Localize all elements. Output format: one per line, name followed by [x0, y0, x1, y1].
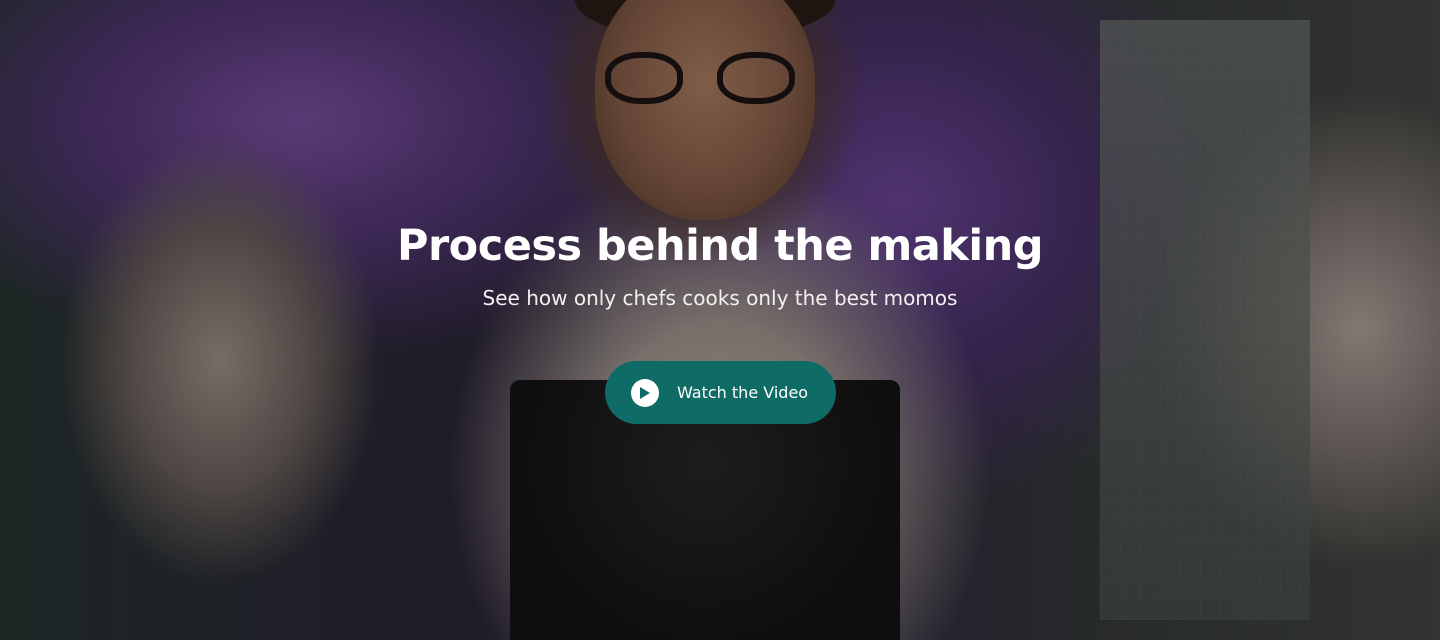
- hero-section: Process behind the making See how only c…: [0, 0, 1440, 640]
- hero-subtitle: See how only chefs cooks only the best m…: [482, 286, 958, 310]
- watch-video-label: Watch the Video: [677, 383, 809, 402]
- play-icon: [631, 378, 659, 407]
- hero-title: Process behind the making: [396, 221, 1044, 271]
- watch-video-button[interactable]: Watch the Video: [605, 361, 836, 424]
- hero-content: Process behind the making See how only c…: [0, 0, 1440, 640]
